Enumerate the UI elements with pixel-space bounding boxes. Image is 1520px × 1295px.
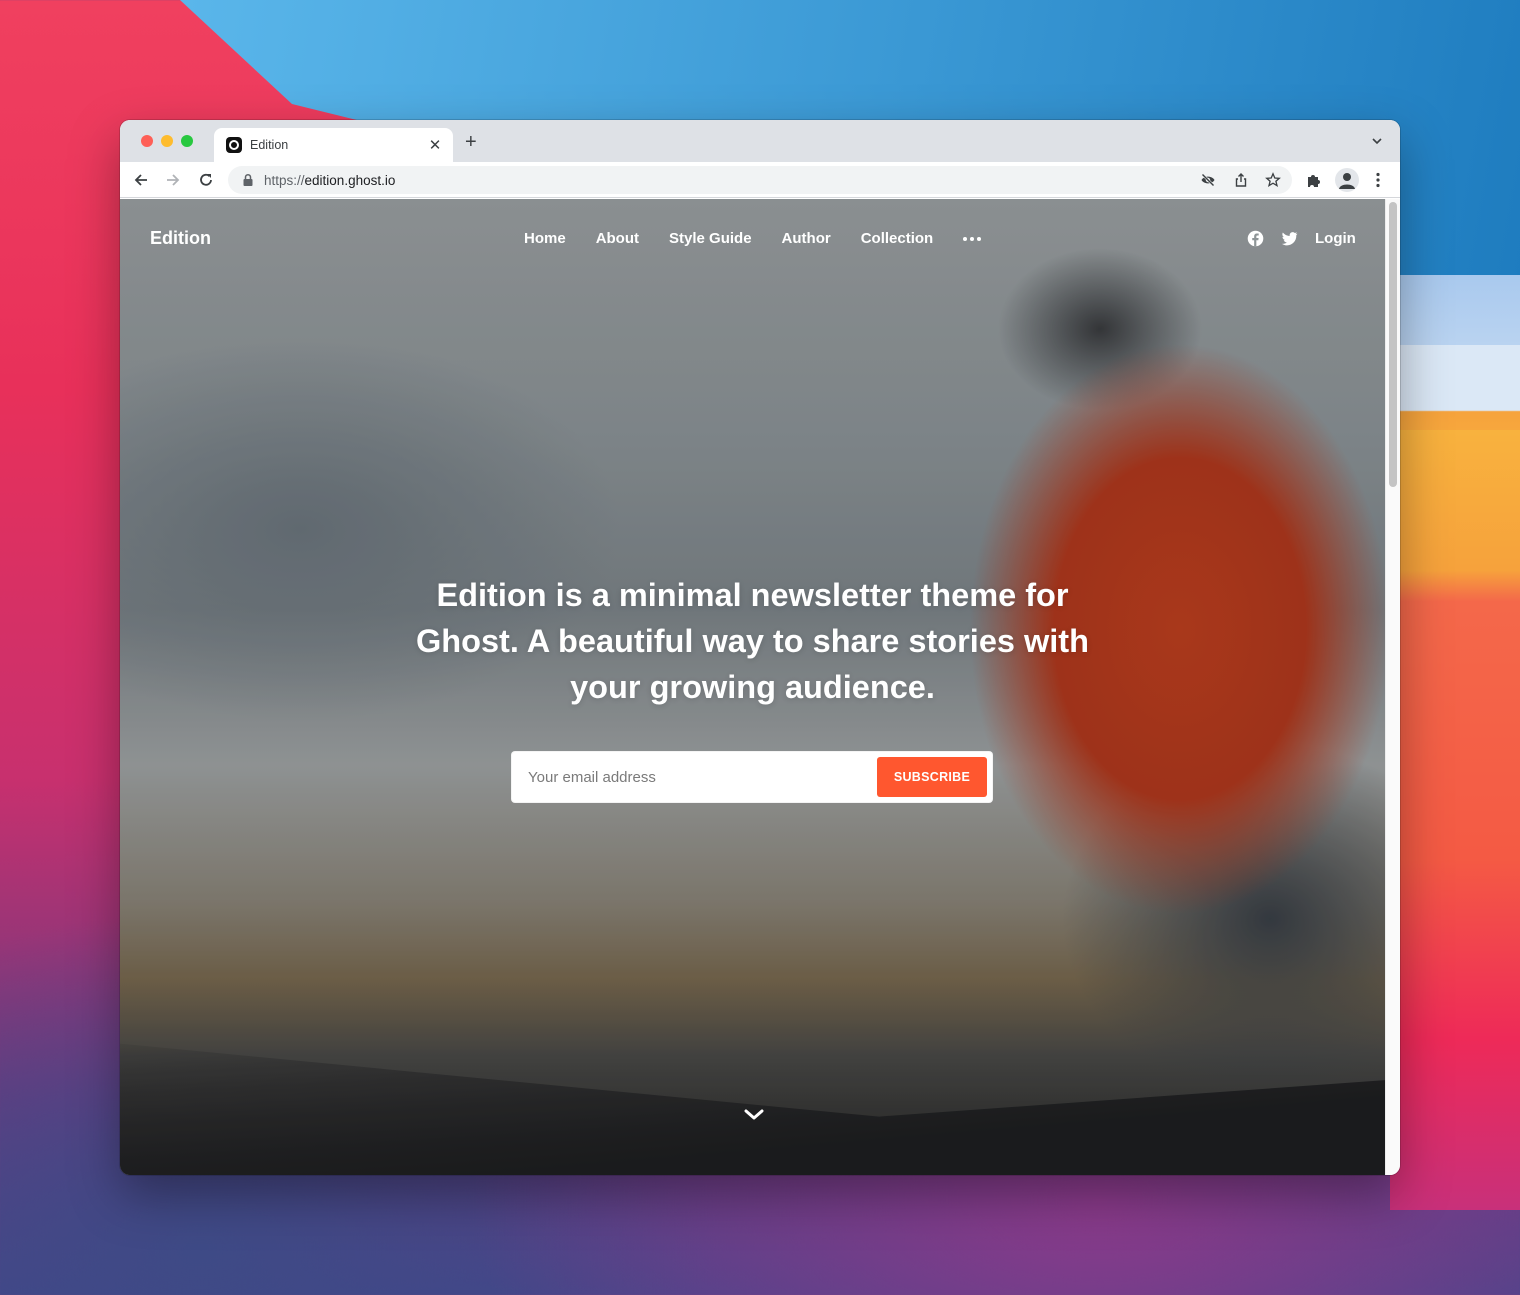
star-icon[interactable] bbox=[1265, 172, 1281, 188]
nav-link-author[interactable]: Author bbox=[782, 230, 831, 248]
extensions-icon[interactable] bbox=[1305, 171, 1323, 189]
hero-headline: Edition is a minimal newsletter theme fo… bbox=[416, 577, 1089, 705]
url-text: https://edition.ghost.io bbox=[264, 172, 396, 188]
main-menu: Home About Style Guide Author Collection bbox=[524, 230, 982, 248]
scrollbar-thumb[interactable] bbox=[1389, 202, 1397, 487]
tab-strip: Edition ✕ + bbox=[120, 120, 1400, 162]
nav-link-home[interactable]: Home bbox=[524, 230, 566, 248]
chevron-down-icon[interactable] bbox=[743, 1108, 765, 1122]
zoom-window-button[interactable] bbox=[181, 135, 193, 147]
kebab-menu-icon[interactable] bbox=[1369, 171, 1387, 189]
lock-icon bbox=[243, 173, 253, 186]
subscribe-form: SUBSCRIBE bbox=[512, 752, 992, 802]
facebook-icon[interactable] bbox=[1247, 230, 1264, 247]
site-header: Edition Home About Style Guide Author Co… bbox=[120, 199, 1385, 279]
eye-slash-icon[interactable] bbox=[1200, 172, 1216, 188]
ellipsis-icon[interactable] bbox=[963, 230, 982, 248]
browser-window: Edition ✕ + https://edition.ghost.io Edi… bbox=[120, 120, 1400, 1175]
wallpaper-red-wave bbox=[1390, 430, 1520, 1210]
address-bar[interactable]: https://edition.ghost.io bbox=[228, 166, 1292, 194]
page-viewport: Edition Home About Style Guide Author Co… bbox=[120, 199, 1400, 1175]
close-tab-icon[interactable]: ✕ bbox=[427, 136, 443, 154]
browser-toolbar: https://edition.ghost.io bbox=[120, 162, 1400, 198]
close-window-button[interactable] bbox=[141, 135, 153, 147]
ghost-edition-icon bbox=[226, 137, 242, 153]
page-scrollbar[interactable] bbox=[1385, 199, 1400, 1175]
nav-link-collection[interactable]: Collection bbox=[861, 230, 934, 248]
nav-link-style-guide[interactable]: Style Guide bbox=[669, 230, 752, 248]
email-input[interactable] bbox=[512, 752, 877, 802]
reload-icon[interactable] bbox=[197, 171, 215, 189]
back-icon[interactable] bbox=[132, 171, 150, 189]
tab-edition[interactable]: Edition ✕ bbox=[214, 128, 453, 162]
twitter-icon[interactable] bbox=[1281, 230, 1298, 247]
login-link[interactable]: Login bbox=[1315, 230, 1356, 247]
new-tab-button[interactable]: + bbox=[465, 132, 477, 152]
profile-icon[interactable] bbox=[1335, 168, 1359, 192]
tab-title: Edition bbox=[250, 138, 289, 152]
tab-search-icon[interactable] bbox=[1370, 134, 1384, 148]
nav-link-about[interactable]: About bbox=[596, 230, 639, 248]
share-icon[interactable] bbox=[1233, 172, 1249, 188]
subscribe-button[interactable]: SUBSCRIBE bbox=[877, 757, 987, 797]
site-logo[interactable]: Edition bbox=[150, 228, 211, 249]
minimize-window-button[interactable] bbox=[161, 135, 173, 147]
forward-icon[interactable] bbox=[164, 171, 182, 189]
